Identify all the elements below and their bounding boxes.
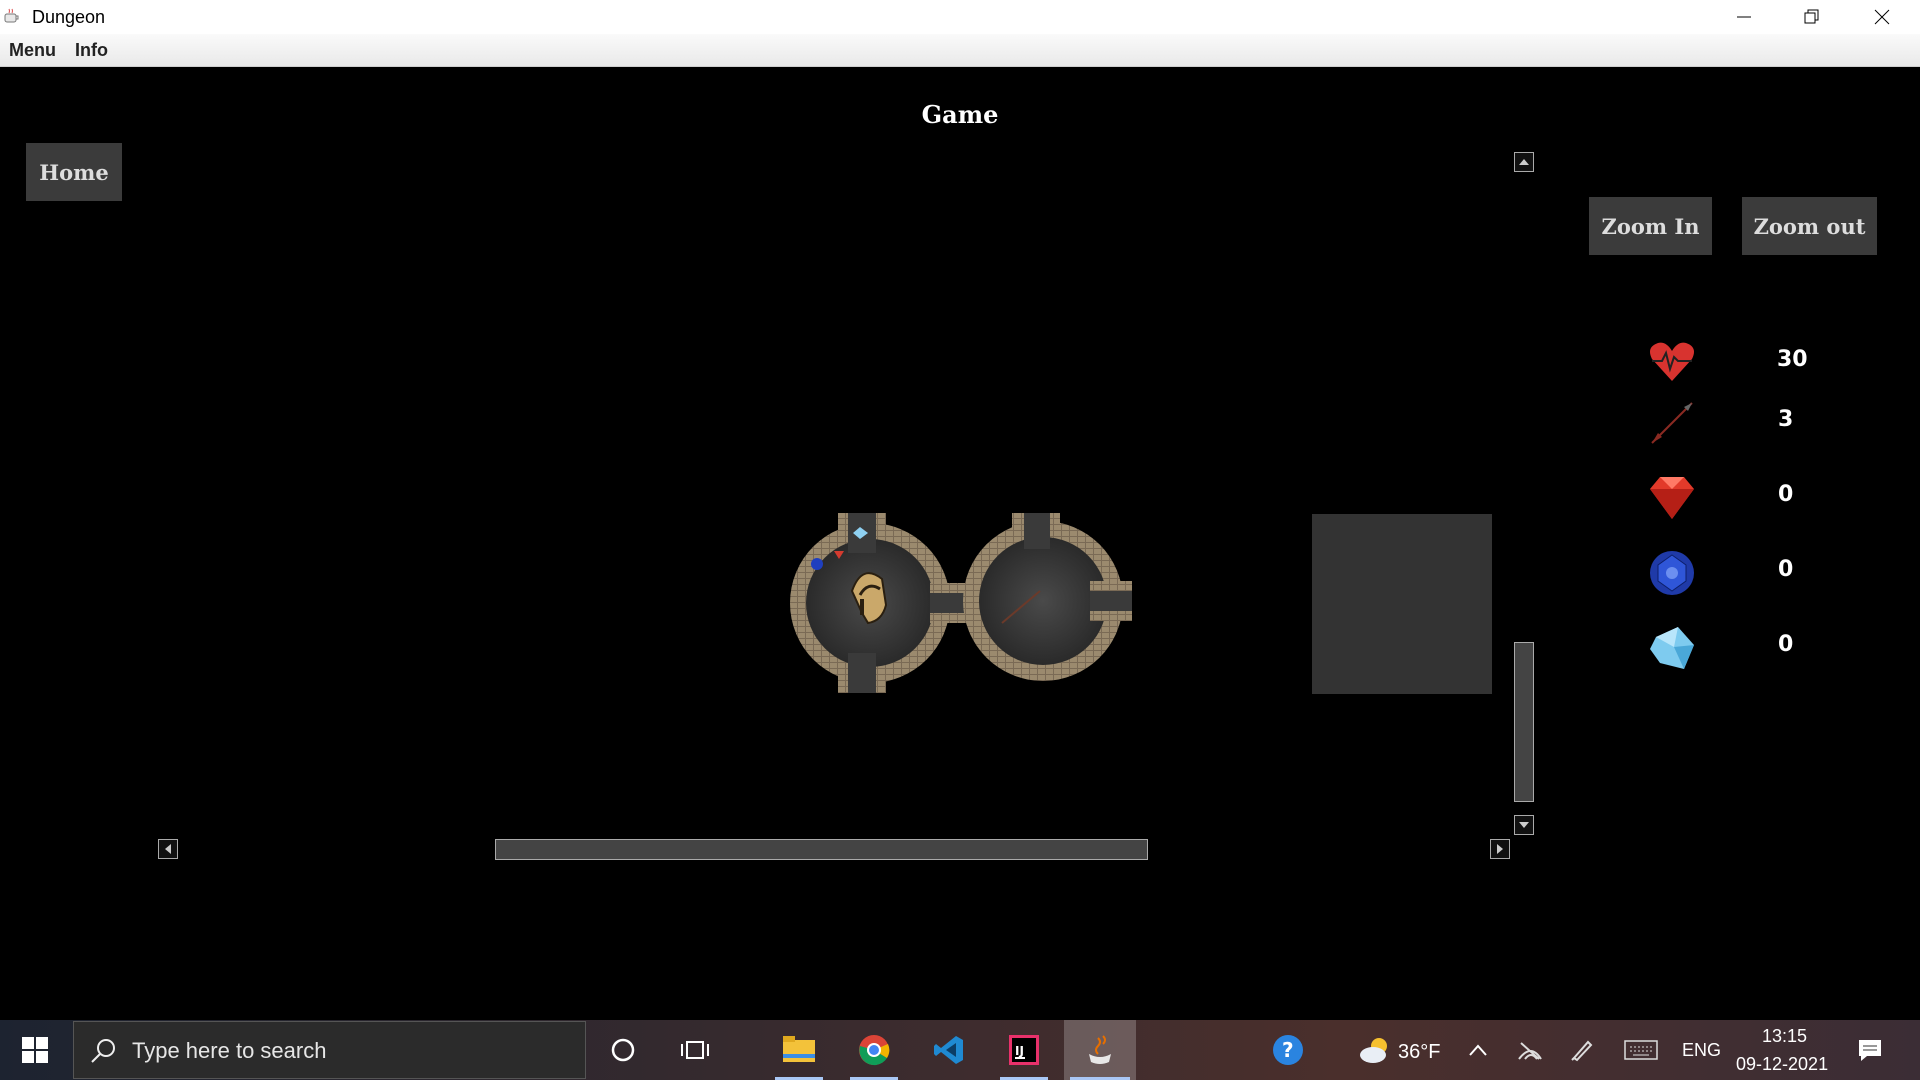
- show-hidden-icons-button[interactable]: [1448, 1020, 1508, 1080]
- arrow-left-icon: [165, 844, 171, 854]
- ruby-count-value: 0: [1778, 482, 1794, 507]
- network-button[interactable]: [1500, 1020, 1560, 1080]
- restore-icon: [1804, 9, 1819, 24]
- network-icon: [1518, 1042, 1542, 1060]
- arrow-count-value: 3: [1778, 407, 1794, 432]
- minimize-icon: [1737, 16, 1751, 18]
- sapphire-count-value: 0: [1778, 557, 1794, 582]
- taskbar-vscode[interactable]: [919, 1020, 979, 1080]
- arrow-icon: [1651, 402, 1693, 444]
- start-button[interactable]: [5, 1020, 65, 1080]
- weather-widget[interactable]: [1346, 1020, 1406, 1080]
- weather-temperature: 36°F: [1398, 1041, 1441, 1063]
- help-tray-button[interactable]: ?: [1258, 1020, 1318, 1080]
- taskbar-java-app[interactable]: [1064, 1020, 1136, 1080]
- menu-bar: Menu Info: [0, 34, 1920, 67]
- diamond-icon: [1650, 627, 1694, 669]
- java-app-icon: [4, 8, 19, 23]
- home-button[interactable]: Home: [26, 143, 122, 201]
- clock-time[interactable]: 13:15: [1762, 1026, 1807, 1047]
- svg-text:IJ: IJ: [1015, 1044, 1024, 1058]
- pen-icon: [1571, 1040, 1593, 1062]
- menu-item-menu[interactable]: Menu: [9, 40, 56, 61]
- close-icon: [1874, 9, 1890, 25]
- search-icon: [91, 1039, 115, 1063]
- notification-icon: [1859, 1040, 1881, 1061]
- ruby-icon: [1650, 477, 1694, 519]
- notifications-button[interactable]: [1840, 1020, 1900, 1080]
- vscode-icon: [934, 1036, 963, 1064]
- arrow-up-icon: [1519, 159, 1529, 165]
- window-title: Dungeon: [32, 7, 106, 27]
- svg-text:?: ?: [1282, 1038, 1294, 1062]
- java-icon: [1089, 1035, 1111, 1064]
- zoom-out-button[interactable]: Zoom out: [1742, 197, 1877, 255]
- weather-cloud-sun-icon: [1360, 1038, 1387, 1063]
- scroll-down-button[interactable]: [1514, 815, 1534, 835]
- taskbar-file-explorer[interactable]: [769, 1020, 829, 1080]
- intellij-icon: IJ: [1009, 1035, 1039, 1065]
- windows-icon: [22, 1037, 48, 1063]
- clock-date[interactable]: 09-12-2021: [1736, 1054, 1828, 1075]
- chevron-up-icon: [1469, 1044, 1487, 1056]
- taskbar-search-box[interactable]: Type here to search: [73, 1021, 586, 1079]
- taskbar-chrome[interactable]: [844, 1020, 904, 1080]
- vertical-scrollbar-thumb[interactable]: [1514, 642, 1534, 802]
- file-explorer-icon: [783, 1036, 815, 1062]
- diamond-count-value: 0: [1778, 632, 1794, 657]
- game-panel: Game Home Zoom In Zoom out 30 3 0 0 0: [0, 67, 1920, 1020]
- minimize-button[interactable]: [1710, 0, 1778, 34]
- search-placeholder: Type here to search: [132, 1038, 327, 1063]
- chrome-icon: [859, 1035, 890, 1066]
- input-language[interactable]: ENG: [1682, 1040, 1721, 1061]
- cortana-button[interactable]: [593, 1020, 653, 1080]
- cortana-icon: [611, 1038, 635, 1062]
- dungeon-map: [790, 513, 1132, 693]
- taskbar: Type here to search IJ ? 36°F ENG 13:15 …: [0, 1020, 1920, 1080]
- task-view-icon: [681, 1041, 709, 1059]
- scroll-left-button[interactable]: [158, 839, 178, 859]
- scroll-up-button[interactable]: [1514, 152, 1534, 172]
- arrow-down-icon: [1519, 822, 1529, 828]
- touch-keyboard-button[interactable]: [1611, 1020, 1671, 1080]
- menu-item-info[interactable]: Info: [75, 40, 108, 61]
- heart-icon: [1650, 342, 1694, 381]
- horizontal-scrollbar-thumb[interactable]: [495, 839, 1148, 860]
- help-icon: ?: [1273, 1035, 1303, 1065]
- minimap-panel: [1312, 514, 1492, 694]
- arrow-right-icon: [1497, 844, 1503, 854]
- sapphire-icon: [1650, 551, 1694, 595]
- zoom-in-button[interactable]: Zoom In: [1589, 197, 1712, 255]
- close-button[interactable]: [1848, 0, 1916, 34]
- sapphire-item: [811, 558, 823, 570]
- health-value: 30: [1777, 347, 1808, 372]
- taskbar-intellij[interactable]: IJ: [994, 1020, 1054, 1080]
- keyboard-icon: [1624, 1040, 1658, 1060]
- room-right: [963, 513, 1132, 681]
- game-title: Game: [921, 100, 999, 129]
- restore-button[interactable]: [1778, 0, 1846, 34]
- task-view-button[interactable]: [665, 1020, 725, 1080]
- scroll-right-button[interactable]: [1490, 839, 1510, 859]
- title-bar: Dungeon: [0, 0, 1920, 34]
- pen-button[interactable]: [1552, 1020, 1612, 1080]
